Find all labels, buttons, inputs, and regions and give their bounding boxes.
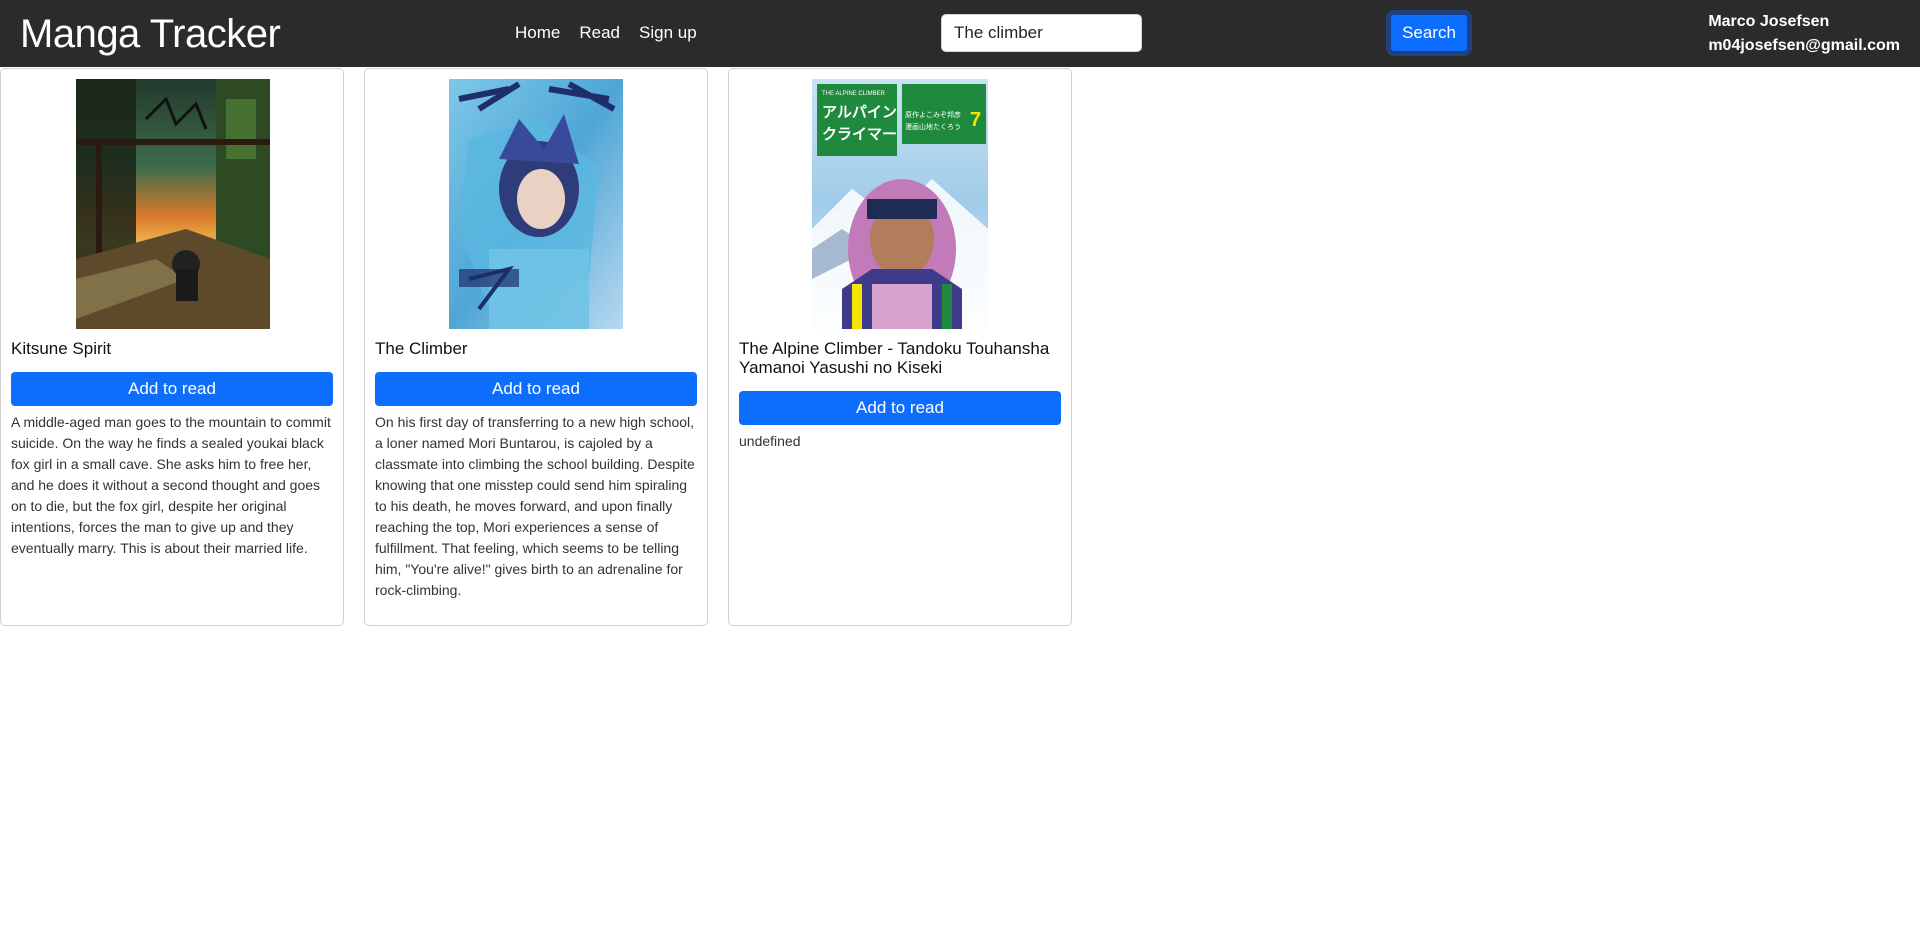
manga-cover-image — [76, 79, 270, 329]
cover-japanese-title-1: アルパイン — [822, 103, 897, 121]
search-button[interactable]: Search — [1388, 12, 1470, 54]
user-info: Marco Josefsen m04josefsen@gmail.com — [1708, 10, 1900, 58]
search-input[interactable] — [941, 14, 1142, 52]
nav-link-sign-up[interactable]: Sign up — [639, 22, 697, 44]
manga-card: THE ALPINE CLIMBER アルパイン クライマー 原作よこみぞ邦彦 … — [728, 68, 1072, 626]
cover-volume-number: 7 — [970, 109, 981, 131]
add-to-read-button[interactable]: Add to read — [11, 372, 333, 406]
cover-japanese-title-2: クライマー — [822, 125, 897, 143]
manga-cover-image: THE ALPINE CLIMBER アルパイン クライマー 原作よこみぞ邦彦 … — [812, 79, 988, 329]
manga-description: undefined — [739, 433, 801, 449]
add-to-read-button[interactable]: Add to read — [375, 372, 697, 406]
nav-link-read[interactable]: Read — [579, 22, 620, 44]
user-name: Marco Josefsen — [1708, 13, 1830, 30]
manga-title: Kitsune Spirit — [11, 339, 112, 358]
manga-cover-image — [449, 79, 623, 329]
user-email: m04josefsen@gmail.com — [1708, 37, 1900, 54]
manga-card: The Climber Add to read On his first day… — [364, 68, 708, 626]
manga-description: On his first day of transferring to a ne… — [375, 414, 695, 598]
cover-author-1: 原作よこみぞ邦彦 — [905, 110, 961, 119]
brand-title[interactable]: Manga Tracker — [20, 10, 281, 58]
nav-link-home[interactable]: Home — [515, 22, 560, 44]
nav-links: Home Read Sign up — [515, 22, 697, 44]
manga-card: Kitsune Spirit Add to read A middle-aged… — [0, 68, 344, 626]
cover-author-2: 漫画山地たくろう — [905, 122, 961, 131]
manga-title: The Alpine Climber - Tandoku Touhansha Y… — [739, 339, 1050, 377]
navbar: Manga Tracker Home Read Sign up Search M… — [0, 0, 1920, 67]
manga-title: The Climber — [375, 339, 468, 358]
add-to-read-button[interactable]: Add to read — [739, 391, 1061, 425]
manga-description: A middle-aged man goes to the mountain t… — [11, 414, 331, 556]
cover-english-title: THE ALPINE CLIMBER — [822, 91, 886, 97]
